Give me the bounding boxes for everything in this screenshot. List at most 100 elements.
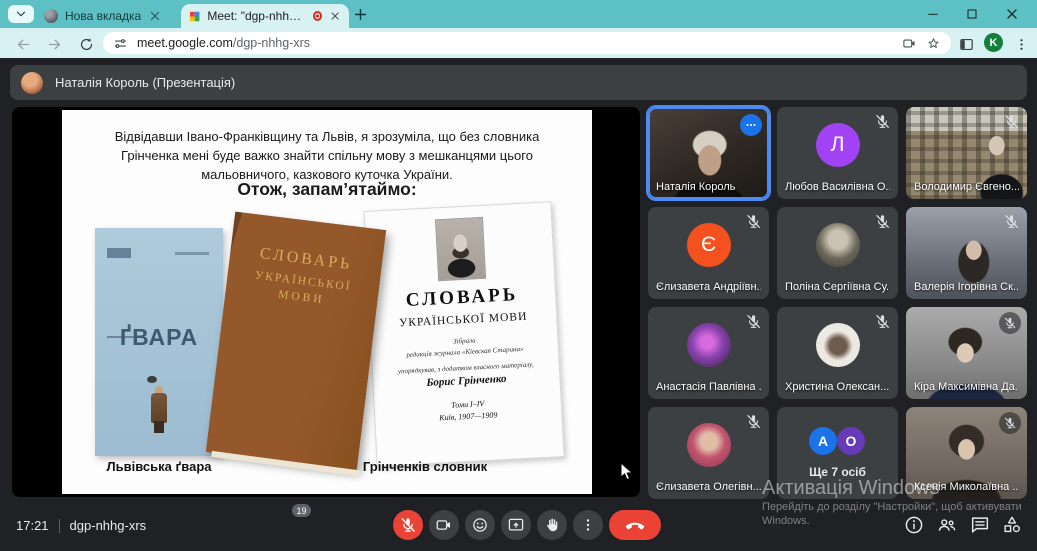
camera-button[interactable] (429, 510, 459, 540)
dictionary-title-page: СЛОВАРЬ УКРАЇНСЬКОЇ МОВИ Зібрала редакці… (363, 201, 564, 466)
participant-tile[interactable]: Є Єлизавета Андріївн... (648, 207, 769, 299)
chat-button[interactable] (969, 514, 991, 536)
caption-hrinchenko-dictionary: Грінченків словник (345, 459, 505, 474)
participant-tile[interactable]: Ксенія Миколаївна ... (906, 407, 1027, 499)
tab-meet[interactable]: Meet: "dgp-nhhg-xrs" (181, 4, 349, 28)
info-icon (903, 514, 925, 536)
mouse-cursor (620, 462, 633, 481)
participant-tile[interactable]: Поліна Сергіївна Су... (777, 207, 898, 299)
slide-heading: Отож, запам’ятаймо: (62, 179, 592, 200)
speech-bubble (147, 376, 157, 383)
divider (59, 519, 60, 533)
chat-icon (969, 514, 991, 536)
participant-tile[interactable]: Л Володимир Євгено... Любов Василівна О.… (777, 107, 898, 199)
tab-search-button[interactable] (8, 5, 34, 23)
slovar-book-cover: СЛОВАРЬ УКРАЇНСЬКОЇ МОВИ (206, 212, 386, 471)
mic-off-icon (745, 313, 762, 330)
more-options-button[interactable] (573, 510, 603, 540)
figure-illustration (151, 393, 167, 423)
call-end-icon (624, 514, 646, 536)
profile-avatar[interactable]: K (984, 33, 1003, 52)
figure-illustration (154, 421, 164, 433)
mic-off-icon (745, 413, 762, 430)
presenter-avatar (21, 72, 43, 94)
participant-tile[interactable]: Валерія Ігорівна Ск... (906, 207, 1027, 299)
participant-tile[interactable]: Кіра Максимівна Да... (906, 307, 1027, 399)
url-text: meet.google.com/dgp-nhhg-xrs (137, 36, 893, 50)
gvara-title: ҐВАРА (95, 324, 223, 351)
overflow-avatars: А О (777, 427, 898, 457)
meeting-info: 17:21 dgp-nhhg-xrs (16, 500, 146, 551)
back-button[interactable] (15, 36, 32, 53)
presentation-stage[interactable]: Відвідавши Івано-Франківщину та Львів, я… (12, 107, 640, 497)
camera-permission-icon[interactable] (902, 36, 917, 51)
participant-tile[interactable]: Анастасія Павлівна ... (648, 307, 769, 399)
tile-options-button[interactable] (740, 114, 762, 136)
people-button[interactable] (936, 514, 958, 536)
present-screen-icon (507, 516, 525, 534)
avatar: Є (687, 223, 731, 267)
participant-name: Ксенія Миколаївна ... (914, 481, 1019, 493)
presenter-name: Наталія Король (Презентація) (55, 75, 235, 90)
avatar (687, 423, 731, 467)
participant-name: Поліна Сергіївна Су... (785, 281, 890, 293)
mic-off-icon (874, 213, 891, 230)
meeting-code: dgp-nhhg-xrs (70, 518, 147, 533)
clock-time: 17:21 (16, 518, 49, 533)
overflow-tile[interactable]: А О Ще 7 осіб (777, 407, 898, 499)
mic-off-icon (874, 113, 891, 130)
present-button[interactable] (501, 510, 531, 540)
end-call-button[interactable] (609, 510, 661, 540)
window-maximize-button[interactable] (964, 6, 980, 22)
participant-tile[interactable]: Христина Олексан... (777, 307, 898, 399)
people-count-badge: 19 (292, 504, 311, 517)
avatar (687, 323, 731, 367)
mic-off-icon (999, 312, 1021, 334)
more-vertical-icon (579, 516, 597, 534)
meeting-details-button[interactable] (903, 514, 925, 536)
avatar: А (809, 427, 837, 455)
presentation-slide: Відвідавши Івано-Франківщину та Львів, я… (62, 110, 592, 494)
browser-menu-button[interactable] (1013, 36, 1030, 53)
url-host: meet.google.com (137, 36, 233, 50)
raise-hand-button[interactable] (537, 510, 567, 540)
tab-title: Нова вкладка (65, 9, 141, 23)
participant-name: Кіра Максимівна Да... (914, 381, 1019, 393)
overflow-count-label: Ще 7 осіб (777, 465, 898, 479)
mute-button[interactable] (393, 510, 423, 540)
presenter-banner[interactable]: Наталія Король (Презентація) (10, 65, 1027, 100)
tab-strip: Нова вкладка Meet: "dgp-nhhg-xrs" (0, 0, 1037, 28)
participant-name: Христина Олексан... (785, 381, 889, 393)
recording-indicator-icon (313, 11, 322, 21)
participant-tile[interactable]: Єлизавета Олегівн... (648, 407, 769, 499)
tab-new-tab[interactable]: Нова вкладка (36, 4, 178, 28)
participant-name: Володимир Євгено... (914, 181, 1019, 193)
reactions-button[interactable] (465, 510, 495, 540)
url-bar[interactable]: meet.google.com/dgp-nhhg-xrs (103, 32, 951, 54)
tune-icon[interactable] (113, 36, 128, 51)
participant-tile-natalia-korol[interactable]: Наталія Король (648, 107, 769, 199)
avatar: О (837, 427, 865, 455)
bookmark-star-icon[interactable] (926, 36, 941, 51)
window-close-button[interactable] (1004, 6, 1020, 22)
forward-button[interactable] (46, 36, 63, 53)
window-minimize-button[interactable] (925, 6, 941, 22)
mic-off-icon (874, 313, 891, 330)
reload-button[interactable] (78, 36, 95, 53)
participant-name: Анастасія Павлівна ... (656, 381, 761, 393)
activities-button[interactable] (1001, 514, 1023, 536)
participant-name: Наталія Король (656, 181, 735, 193)
participant-grid: Наталія Король Л Володимир Євгено... Люб… (648, 107, 1027, 499)
browser-window: Нова вкладка Meet: "dgp-nhhg-xrs" meet.g… (0, 0, 1037, 551)
side-panel-button[interactable] (958, 36, 975, 53)
tab-favicon (44, 9, 58, 23)
tab-title: Meet: "dgp-nhhg-xrs" (207, 9, 305, 23)
close-icon[interactable] (329, 9, 341, 23)
series-text (175, 252, 209, 255)
new-tab-button[interactable] (352, 6, 369, 23)
activities-shapes-icon (1001, 514, 1023, 536)
participant-tile[interactable]: Володимир Євгено... (906, 107, 1027, 199)
participant-name: Єлизавета Андріївн... (656, 281, 761, 293)
avatar: Л (816, 123, 860, 167)
close-icon[interactable] (148, 9, 162, 23)
